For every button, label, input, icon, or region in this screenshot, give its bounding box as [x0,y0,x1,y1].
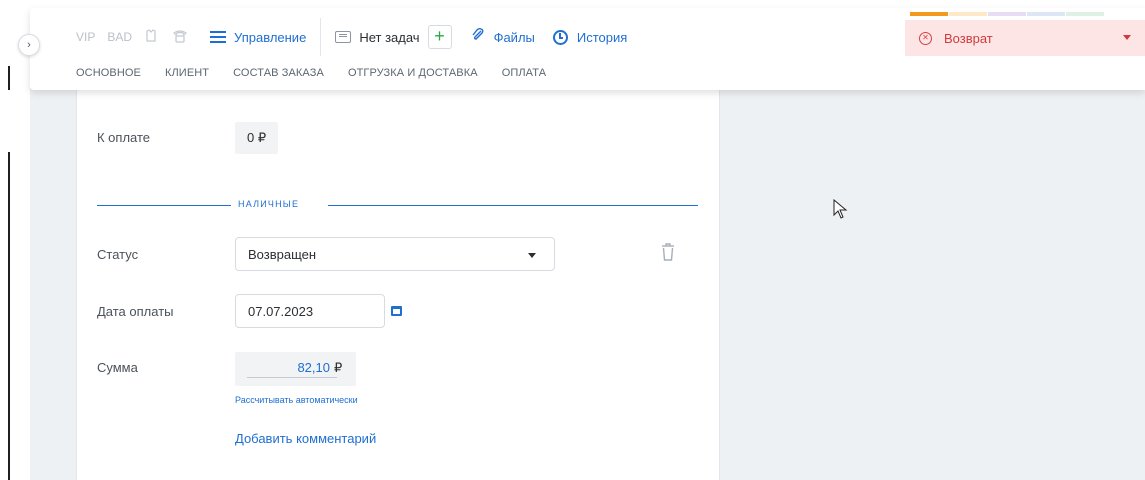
payment-date-value: 07.07.2023 [248,303,314,319]
list-icon [335,31,352,43]
status-color-strips [910,12,1105,16]
order-status-select[interactable]: ✕ Возврат [905,20,1145,56]
to-pay-label: К оплате [97,130,151,145]
management-label: Управление [234,29,307,45]
shirt-icon[interactable] [144,28,158,46]
caret-down-icon [1123,35,1131,40]
tasks-button[interactable]: Нет задач [335,29,420,45]
payment-status-select[interactable]: Возвращен [235,237,555,271]
bad-flag[interactable]: BAD [107,30,132,44]
hamburger-icon [210,28,227,46]
cash-section-title: НАЛИЧНЫЕ [238,199,300,209]
payment-date-label: Дата оплаты [97,304,174,319]
calendar-icon[interactable] [391,306,402,316]
history-label: История [576,29,628,45]
order-status-label: Возврат [944,30,993,46]
section-divider [328,205,698,206]
caret-down-icon [528,253,536,258]
tab-payment[interactable]: ОПЛАТА [502,67,546,79]
phone-icon[interactable] [172,29,188,46]
payment-card [76,88,720,480]
tab-order-items[interactable]: СОСТАВ ЗАКАЗА [233,67,324,79]
sum-label: Сумма [97,360,138,375]
section-divider [97,205,231,206]
sum-value: 82,10 [297,360,330,375]
trash-icon[interactable] [660,242,676,262]
tasks-label: Нет задач [359,29,420,45]
window-edge [8,66,10,90]
expand-sidebar-button[interactable]: › [18,34,40,56]
history-button[interactable]: История [552,29,628,45]
order-tabs: ОСНОВНОЕ КЛИЕНТ СОСТАВ ЗАКАЗА ОТГРУЗКА И… [76,67,570,79]
clock-icon [552,29,568,45]
paperclip-icon [470,27,486,48]
sum-currency: ₽ [334,360,343,375]
side-panel [720,88,1145,480]
vip-flag[interactable]: VIP [76,30,95,44]
tab-client[interactable]: КЛИЕНТ [165,67,209,79]
add-comment-link[interactable]: Добавить комментарий [235,431,376,446]
management-menu-button[interactable]: Управление [210,28,306,46]
mouse-cursor-icon [833,198,849,221]
status-label: Статус [97,247,139,262]
files-button[interactable]: Файлы [470,27,535,48]
tab-main[interactable]: ОСНОВНОЕ [76,67,141,79]
cancel-circle-icon: ✕ [919,31,932,45]
window-edge [8,152,10,480]
payment-status-value: Возвращен [248,246,317,262]
files-label: Файлы [493,29,535,45]
chevron-right-icon: › [27,39,31,51]
to-pay-value: 0 ₽ [235,122,279,154]
payment-date-input[interactable]: 07.07.2023 [235,294,385,328]
plus-icon: + [434,26,445,46]
add-task-button[interactable]: + [427,25,452,49]
auto-calc-link[interactable]: Рассчитывать автоматически [235,395,358,405]
tab-shipping[interactable]: ОТГРУЗКА И ДОСТАВКА [348,67,478,79]
toolbar-actions: VIP BAD Управление Нет задач + Файлы Ист… [76,18,628,56]
